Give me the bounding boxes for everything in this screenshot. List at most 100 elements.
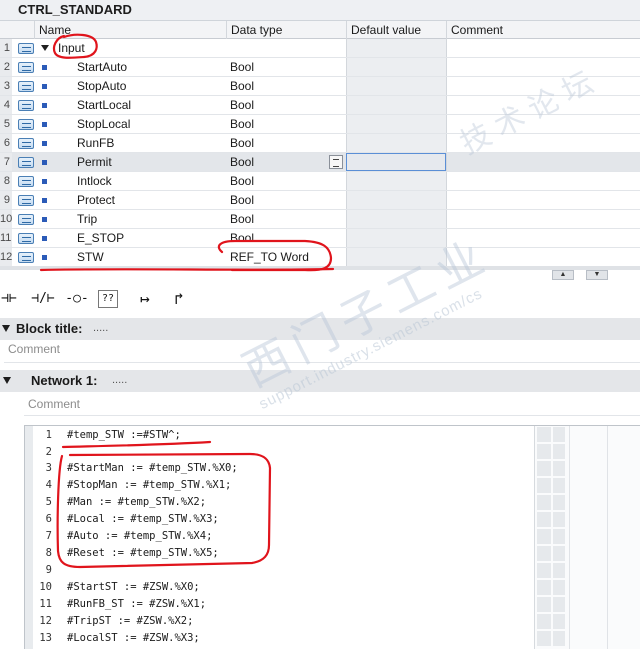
code-line[interactable]: 8 #Reset := #temp_STW.%X5; bbox=[33, 545, 533, 562]
code-text[interactable]: #TripST := #ZSW.%X2; bbox=[67, 613, 193, 630]
interface-row[interactable]: 8 Intlock Bool bbox=[0, 172, 640, 191]
comment-cell[interactable] bbox=[446, 153, 640, 171]
normally-open-contact-button[interactable]: ⊣⊢ bbox=[0, 287, 24, 311]
code-line[interactable]: 9 bbox=[33, 562, 533, 579]
interface-row[interactable]: 3 StopAuto Bool bbox=[0, 77, 640, 96]
open-branch-button[interactable]: ↦ bbox=[130, 287, 160, 311]
block-comment-field[interactable]: Comment bbox=[4, 341, 640, 363]
default-value-cell[interactable] bbox=[346, 191, 446, 209]
section-name[interactable]: Input bbox=[58, 39, 85, 57]
code-line[interactable]: 12 #TripST := #ZSW.%X2; bbox=[33, 613, 533, 630]
collapse-triangle-icon[interactable] bbox=[3, 377, 11, 384]
code-text[interactable]: #temp_STW :=#STW^; bbox=[67, 427, 181, 444]
code-text[interactable]: #StopMan := #temp_STW.%X1; bbox=[67, 477, 231, 494]
code-line[interactable]: 6 #Local := #temp_STW.%X3; bbox=[33, 511, 533, 528]
column-header-default-value[interactable]: Default value bbox=[346, 21, 446, 39]
comment-cell[interactable] bbox=[446, 172, 640, 190]
code-text[interactable]: #StartST := #ZSW.%X0; bbox=[67, 579, 200, 596]
default-value-cell[interactable] bbox=[346, 96, 446, 114]
network-title-value[interactable]: ..... bbox=[112, 374, 127, 386]
param-data-type[interactable]: Bool bbox=[230, 96, 254, 114]
code-text[interactable]: #RunFB_ST := #ZSW.%X1; bbox=[67, 596, 206, 613]
default-value-cell[interactable] bbox=[346, 77, 446, 95]
param-name[interactable]: StopAuto bbox=[77, 77, 126, 95]
interface-row[interactable]: 12 STW REF_TO Word bbox=[0, 248, 640, 267]
code-line[interactable]: 7 #Auto := #temp_STW.%X4; bbox=[33, 528, 533, 545]
param-data-type[interactable]: Bool bbox=[230, 58, 254, 76]
column-header-comment[interactable]: Comment bbox=[446, 21, 640, 39]
comment-cell[interactable] bbox=[446, 39, 640, 57]
code-line[interactable]: 1 #temp_STW :=#STW^; bbox=[33, 427, 533, 444]
network-comment-field[interactable]: Comment bbox=[24, 394, 640, 416]
code-line[interactable]: 3 #StartMan := #temp_STW.%X0; bbox=[33, 460, 533, 477]
column-header-data-type[interactable]: Data type bbox=[226, 21, 346, 39]
scroll-down-icon[interactable]: ▼ bbox=[586, 270, 608, 280]
code-area[interactable]: 1 #temp_STW :=#STW^; 2 3 #StartMan := #tem… bbox=[33, 426, 533, 649]
param-name[interactable]: Protect bbox=[77, 191, 115, 209]
code-line[interactable]: 11 #RunFB_ST := #ZSW.%X1; bbox=[33, 596, 533, 613]
default-value-cell[interactable] bbox=[346, 248, 446, 266]
code-line[interactable]: 2 bbox=[33, 444, 533, 461]
default-value-cell[interactable] bbox=[346, 229, 446, 247]
comment-cell[interactable] bbox=[446, 77, 640, 95]
data-type-browse-icon[interactable] bbox=[329, 155, 343, 169]
code-line[interactable]: 13 #LocalST := #ZSW.%X3; bbox=[33, 630, 533, 647]
default-value-cell[interactable] bbox=[346, 134, 446, 152]
param-data-type[interactable]: Bool bbox=[230, 210, 254, 228]
param-name[interactable]: RunFB bbox=[77, 134, 114, 152]
close-branch-button[interactable]: ↱ bbox=[164, 287, 194, 311]
comment-cell[interactable] bbox=[446, 210, 640, 228]
interface-row[interactable]: 11 E_STOP Bool bbox=[0, 229, 640, 248]
coil-button[interactable]: -○- bbox=[62, 287, 92, 311]
code-text[interactable]: #Auto := #temp_STW.%X4; bbox=[67, 528, 212, 545]
comment-cell[interactable] bbox=[446, 191, 640, 209]
interface-row[interactable]: 2 StartAuto Bool bbox=[0, 58, 640, 77]
param-data-type[interactable]: Bool bbox=[230, 153, 254, 171]
default-value-cell[interactable] bbox=[346, 115, 446, 133]
default-value-cell[interactable] bbox=[346, 172, 446, 190]
param-name[interactable]: StartAuto bbox=[77, 58, 127, 76]
code-text[interactable]: #Reset := #temp_STW.%X5; bbox=[67, 545, 219, 562]
param-name[interactable]: Permit bbox=[77, 153, 112, 171]
normally-closed-contact-button[interactable]: ⊣/⊢ bbox=[28, 287, 58, 311]
interface-row[interactable]: 4 StartLocal Bool bbox=[0, 96, 640, 115]
default-value-cell-active[interactable] bbox=[346, 153, 446, 171]
default-value-cell[interactable] bbox=[346, 58, 446, 76]
default-value-cell[interactable] bbox=[346, 39, 446, 57]
param-name[interactable]: E_STOP bbox=[77, 229, 124, 247]
code-text[interactable]: #Man := #temp_STW.%X2; bbox=[67, 494, 206, 511]
param-data-type[interactable]: REF_TO Word bbox=[230, 248, 309, 266]
param-data-type[interactable]: Bool bbox=[230, 172, 254, 190]
param-data-type[interactable]: Bool bbox=[230, 229, 254, 247]
code-text[interactable]: #LocalST := #ZSW.%X3; bbox=[67, 630, 200, 647]
interface-row-selected[interactable]: 7 Permit Bool bbox=[0, 153, 640, 172]
block-title-section[interactable]: Block title: ..... bbox=[0, 318, 640, 340]
comment-cell[interactable] bbox=[446, 58, 640, 76]
param-data-type[interactable]: Bool bbox=[230, 115, 254, 133]
default-value-cell[interactable] bbox=[346, 210, 446, 228]
interface-splitter[interactable] bbox=[0, 266, 640, 270]
param-name[interactable]: STW bbox=[77, 248, 104, 266]
code-text[interactable]: #StartMan := #temp_STW.%X0; bbox=[67, 460, 238, 477]
interface-row[interactable]: 6 RunFB Bool bbox=[0, 134, 640, 153]
code-line[interactable]: 5 #Man := #temp_STW.%X2; bbox=[33, 494, 533, 511]
param-data-type[interactable]: Bool bbox=[230, 134, 254, 152]
param-data-type[interactable]: Bool bbox=[230, 77, 254, 95]
param-name[interactable]: Trip bbox=[77, 210, 97, 228]
param-name[interactable]: StartLocal bbox=[77, 96, 131, 114]
scl-code-editor[interactable]: 1 #temp_STW :=#STW^; 2 3 #StartMan := #tem… bbox=[24, 425, 640, 649]
comment-cell[interactable] bbox=[446, 134, 640, 152]
param-name[interactable]: StopLocal bbox=[77, 115, 130, 133]
comment-cell[interactable] bbox=[446, 248, 640, 266]
comment-cell[interactable] bbox=[446, 96, 640, 114]
param-name[interactable]: Intlock bbox=[77, 172, 112, 190]
code-line[interactable]: 10 #StartST := #ZSW.%X0; bbox=[33, 579, 533, 596]
collapse-triangle-icon[interactable] bbox=[2, 325, 10, 332]
interface-row[interactable]: 5 StopLocal Bool bbox=[0, 115, 640, 134]
column-header-name[interactable]: Name bbox=[34, 21, 226, 39]
code-line[interactable]: 4 #StopMan := #temp_STW.%X1; bbox=[33, 477, 533, 494]
interface-row-input[interactable]: 1 Input bbox=[0, 39, 640, 58]
scroll-up-icon[interactable]: ▲ bbox=[552, 270, 574, 280]
empty-box-button[interactable]: ?? bbox=[98, 290, 118, 308]
comment-cell[interactable] bbox=[446, 229, 640, 247]
